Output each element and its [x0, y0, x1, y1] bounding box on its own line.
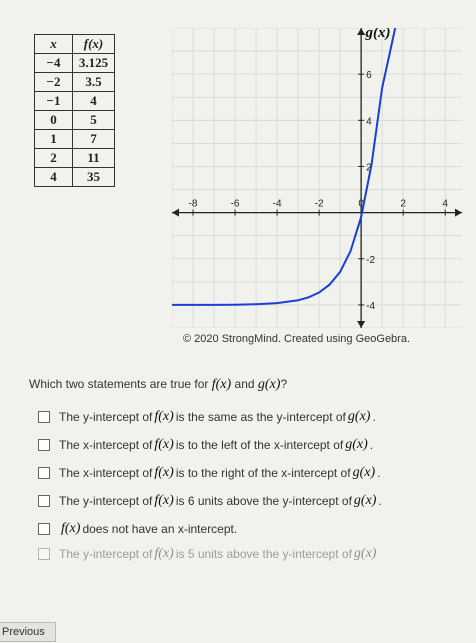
table-cell-x: 2 — [34, 148, 73, 168]
checkbox[interactable] — [38, 523, 50, 535]
question-g: g(x) — [257, 377, 281, 392]
x-axis-arrow-left — [172, 208, 179, 217]
option-text: The x-intercept of — [59, 438, 153, 452]
option-text: does not have an x-intercept. — [82, 522, 238, 536]
option-text: is 6 units above the y-intercept of — [175, 494, 352, 508]
table-cell-fx: 3.125 — [72, 53, 115, 73]
option-text: The y-intercept of — [59, 410, 153, 424]
option-f: f(x) — [154, 493, 174, 508]
checkbox[interactable] — [38, 467, 50, 479]
option-text: is to the right of the x-intercept of — [175, 466, 351, 480]
option-2[interactable]: The x-intercept of f(x) is to the left o… — [38, 431, 382, 459]
table-cell-x: −4 — [34, 53, 73, 73]
y-tick-label: -2 — [366, 255, 375, 266]
x-tick-label: -8 — [189, 199, 198, 210]
checkbox[interactable] — [38, 495, 50, 507]
table-cell-fx: 3.5 — [72, 72, 115, 92]
function-table: x f(x) −4 3.125 −2 3.5 −1 4 05 17 2 11 4 35 — [34, 34, 115, 187]
option-3[interactable]: The x-intercept of f(x) is to the right … — [38, 459, 382, 487]
option-text: . — [369, 438, 374, 452]
option-text: The y-intercept of — [59, 494, 153, 508]
table-cell-x: 0 — [34, 110, 73, 130]
table-row: 05 — [34, 110, 115, 130]
y-axis-arrow-up — [357, 28, 366, 35]
table-header-fx: f(x) — [72, 34, 115, 54]
table-row: −4 3.125 — [34, 53, 115, 73]
image-credit: © 2020 StrongMind. Created using GeoGebr… — [183, 333, 411, 345]
option-text: The y-intercept of — [59, 547, 153, 561]
option-text: is the same as the y-intercept of — [175, 410, 346, 424]
checkbox[interactable] — [38, 548, 50, 560]
table-header-x: x — [34, 34, 73, 54]
table-cell-fx: 4 — [72, 91, 115, 111]
option-text: is 5 units above the y-intercept of — [175, 547, 352, 561]
x-tick-label: -2 — [315, 199, 324, 210]
y-axis-arrow-down — [357, 321, 366, 328]
question-prompt: Which two statements are true for f(x) a… — [29, 377, 287, 393]
table-row: 2 11 — [34, 148, 115, 168]
option-1[interactable]: The y-intercept of f(x) is the same as t… — [38, 403, 382, 431]
table-cell-fx: 35 — [72, 167, 115, 187]
previous-button[interactable]: Previous — [0, 622, 56, 642]
table-cell-fx: 7 — [72, 129, 115, 149]
table-row: 17 — [34, 129, 115, 149]
option-6[interactable]: The y-intercept of f(x) is 5 units above… — [38, 543, 382, 565]
y-tick-label: -4 — [366, 301, 375, 312]
x-tick-label: 4 — [442, 199, 448, 210]
x-tick-label: -6 — [231, 199, 240, 210]
table-cell-x: −2 — [34, 72, 73, 92]
table-cell-x: 1 — [34, 129, 73, 149]
option-text: The x-intercept of — [59, 466, 153, 480]
question-prefix: Which two statements are true for — [29, 377, 209, 391]
answer-options: The y-intercept of f(x) is the same as t… — [38, 403, 382, 565]
table-row: −2 3.5 — [34, 72, 115, 92]
option-text: . — [377, 466, 381, 480]
g-graph: -8 -6 -4 -2 0 2 4642-2-4g(x) — [172, 28, 462, 328]
option-g: g(x) — [353, 546, 377, 561]
table-cell-fx: 11 — [72, 148, 115, 168]
x-tick-label: 2 — [400, 199, 406, 210]
table-row: 4 35 — [34, 167, 115, 187]
option-text: . — [378, 494, 382, 508]
option-g: g(x) — [353, 493, 377, 508]
option-4[interactable]: The y-intercept of f(x) is 6 units above… — [38, 487, 382, 515]
question-f: f(x) — [211, 377, 232, 392]
question-suffix: ? — [280, 377, 288, 391]
table-cell-x: −1 — [34, 91, 73, 111]
checkbox[interactable] — [38, 411, 50, 423]
option-g: g(x) — [347, 409, 371, 424]
y-tick-label: 4 — [366, 116, 372, 127]
option-f: f(x) — [154, 465, 174, 480]
option-text: . — [372, 410, 376, 424]
option-f: f(x) — [154, 437, 174, 452]
question-and: and — [234, 377, 255, 391]
x-tick-label: -4 — [273, 199, 282, 210]
option-g: g(x) — [352, 465, 376, 480]
option-f: f(x) — [154, 546, 174, 561]
table-row: −1 4 — [34, 91, 115, 111]
x-axis-arrow-right — [455, 208, 462, 217]
y-tick-label: 6 — [366, 70, 372, 81]
table-cell-fx: 5 — [72, 110, 115, 130]
checkbox[interactable] — [38, 439, 50, 451]
option-f: f(x) — [154, 409, 174, 424]
option-5[interactable]: f(x) does not have an x-intercept. — [38, 515, 382, 543]
option-text: is to the left of the x-intercept of — [175, 438, 344, 452]
curve-label: g(x) — [365, 28, 391, 41]
option-f: f(x) — [61, 521, 81, 536]
table-cell-x: 4 — [34, 167, 73, 187]
option-g: g(x) — [345, 437, 368, 452]
